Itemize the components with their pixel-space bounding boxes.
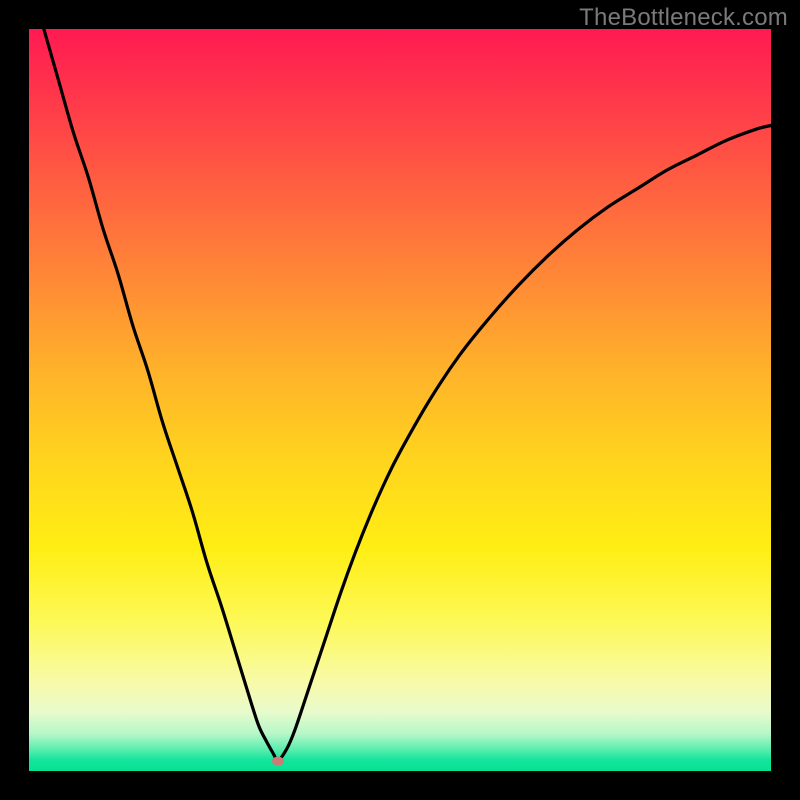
chart-frame: TheBottleneck.com (0, 0, 800, 800)
bottleneck-curve (29, 29, 771, 771)
optimal-point-marker (272, 757, 284, 766)
plot-area (29, 29, 771, 771)
watermark-text: TheBottleneck.com (579, 4, 788, 32)
